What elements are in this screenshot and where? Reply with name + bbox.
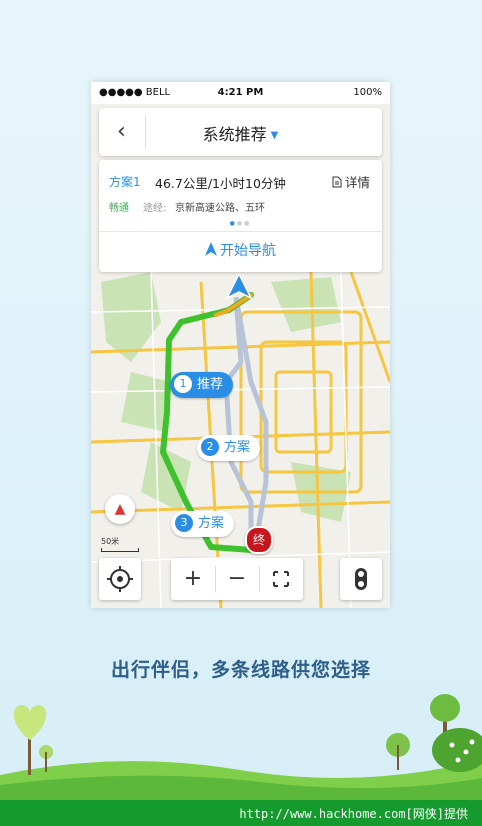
minus-icon: − xyxy=(227,566,247,591)
details-button[interactable]: 详情 xyxy=(332,172,370,191)
status-bar: ●●●●● BELL 4:21 PM 100% xyxy=(91,82,390,104)
start-navigation-button[interactable]: 开始导航 xyxy=(99,240,382,260)
traffic-status: 畅通 xyxy=(109,203,129,214)
promo-tagline: 出行伴侣，多条线路供您选择 xyxy=(110,659,371,681)
battery: 100% xyxy=(353,87,382,98)
route-option-label: 方案 xyxy=(198,516,225,531)
start-navigation-label: 开始导航 xyxy=(220,243,276,259)
locate-button[interactable] xyxy=(99,558,141,600)
route-number-badge: 1 xyxy=(174,375,192,393)
page-title: 系统推荐 xyxy=(202,125,267,144)
navigation-bar: ‹ 系统推荐 ▼ xyxy=(99,108,382,156)
tree-icon xyxy=(13,705,53,775)
traffic-toggle-button[interactable] xyxy=(340,558,382,600)
footer-credit: http://www.hackhome.com[网侠]提供 xyxy=(239,807,468,821)
route-option-label: 方案 xyxy=(224,440,251,455)
chevron-down-icon: ▼ xyxy=(270,130,279,141)
compass-icon[interactable]: ▲ xyxy=(105,494,135,524)
route-option-3[interactable]: 3 方案 xyxy=(171,511,235,537)
fullscreen-icon xyxy=(273,571,289,587)
divider xyxy=(99,231,382,232)
phone-screen: ●●●●● BELL 4:21 PM 100% ‹ 系统推荐 ▼ 方案1 46.7… xyxy=(91,82,390,608)
route-summary: 46.7公里/1小时10分钟 xyxy=(155,176,286,191)
tree-icon xyxy=(386,694,482,772)
route-mode-dropdown[interactable]: 系统推荐 ▼ xyxy=(99,121,382,145)
plan-label: 方案1 xyxy=(109,175,141,189)
plus-icon: + xyxy=(183,566,203,591)
footer-bar: http://www.hackhome.com[网侠]提供 xyxy=(0,800,482,826)
via-roads: 京新高速公路、五环 xyxy=(175,203,265,214)
map-scale-bar xyxy=(101,548,139,552)
traffic-light-icon xyxy=(355,568,367,590)
via-label: 途经: xyxy=(143,203,167,214)
route-number-badge: 2 xyxy=(201,438,219,456)
landscape-illustration xyxy=(0,694,482,800)
navigation-arrow-icon xyxy=(205,242,217,256)
fullscreen-button[interactable] xyxy=(259,558,303,600)
locate-icon xyxy=(107,566,133,592)
route-info-card[interactable]: 方案1 46.7公里/1小时10分钟 详情 畅通 途经: 京新高速公路、五环 ●… xyxy=(99,160,382,272)
route-number-badge: 3 xyxy=(175,514,193,532)
document-icon xyxy=(332,176,342,188)
route-option-label: 推荐 xyxy=(197,377,224,392)
route-option-2[interactable]: 2 方案 xyxy=(197,435,261,461)
details-label: 详情 xyxy=(344,175,370,190)
page-indicator: ●●● xyxy=(229,220,252,227)
zoom-in-button[interactable]: + xyxy=(171,558,215,600)
zoom-control-group: + − xyxy=(171,558,303,600)
destination-marker[interactable]: 终 xyxy=(245,526,273,554)
route-option-1[interactable]: 1 推荐 xyxy=(170,372,234,398)
zoom-out-button[interactable]: − xyxy=(215,558,259,600)
map-scale-label: 50米 xyxy=(101,537,120,546)
clock: 4:21 PM xyxy=(217,87,264,98)
